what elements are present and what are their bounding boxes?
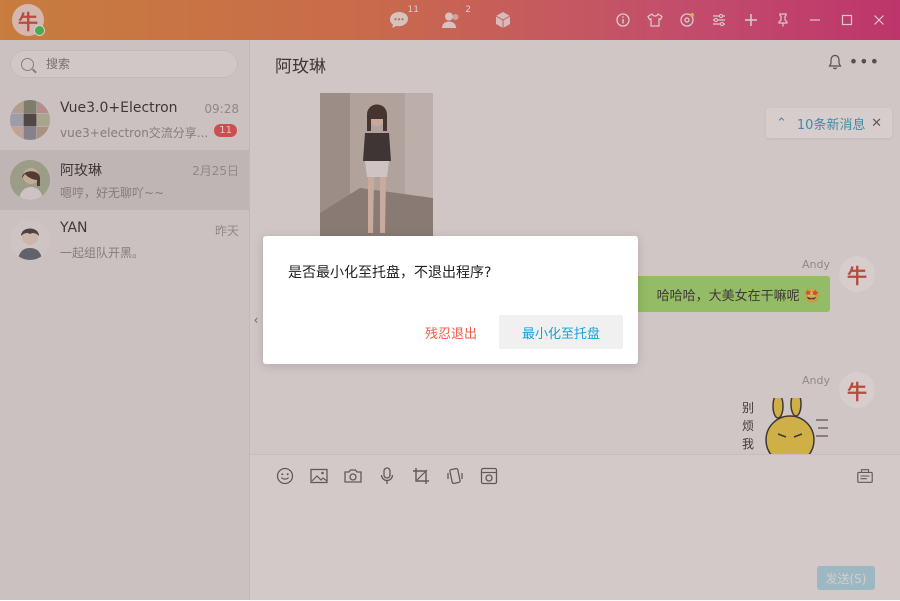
minimize-to-tray-button[interactable]: 最小化至托盘 — [499, 315, 623, 349]
minimize-to-tray-dialog: 是否最小化至托盘，不退出程序? 残忍退出 最小化至托盘 — [263, 236, 638, 364]
exit-button[interactable]: 残忍退出 — [405, 315, 497, 349]
exit-button-label: 残忍退出 — [424, 326, 477, 342]
minimize-button-label: 最小化至托盘 — [521, 326, 600, 342]
dialog-message: 是否最小化至托盘，不退出程序? — [288, 265, 492, 281]
